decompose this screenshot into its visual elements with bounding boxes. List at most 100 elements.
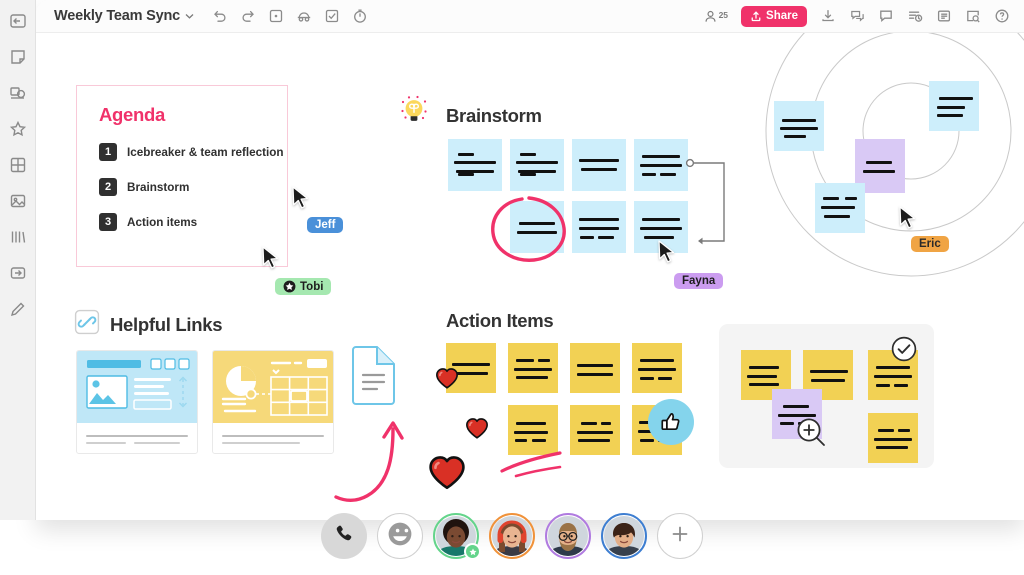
voting-icon[interactable] — [324, 8, 340, 24]
import-icon[interactable] — [7, 262, 29, 284]
heart-reaction-icon[interactable] — [434, 365, 460, 396]
sticky-note-text-line — [810, 370, 848, 373]
help-icon[interactable] — [994, 8, 1010, 24]
avatar[interactable] — [601, 513, 647, 559]
sticky-note-text-line — [640, 377, 654, 380]
sticky-note[interactable] — [929, 81, 979, 131]
timer-icon[interactable] — [352, 8, 368, 24]
brainstorm-title: Brainstorm — [446, 104, 542, 126]
board-title[interactable]: Weekly Team Sync — [54, 8, 180, 24]
avatar[interactable] — [545, 513, 591, 559]
heart-reaction-icon[interactable] — [426, 451, 468, 498]
share-button[interactable]: Share — [741, 5, 807, 27]
sticky-note-text-line — [642, 173, 656, 176]
sticky-note-text-line — [579, 218, 619, 221]
sticky-note-text-line — [640, 164, 682, 167]
sticky-note[interactable] — [572, 139, 626, 191]
library-icon[interactable] — [7, 226, 29, 248]
sticky-note-text-line — [845, 197, 857, 200]
comments-icon[interactable] — [849, 8, 865, 24]
connector-arrow[interactable] — [681, 151, 761, 261]
sticky-note-text-line — [578, 439, 610, 442]
activity-icon[interactable] — [907, 8, 923, 24]
avatar[interactable] — [433, 513, 481, 560]
agenda-item[interactable]: 1 Icebreaker & team reflection — [99, 143, 287, 161]
chat-icon[interactable] — [878, 8, 894, 24]
sticky-note[interactable] — [634, 201, 688, 253]
sticky-note-text-line — [640, 227, 682, 230]
hidden-mode-icon[interactable] — [296, 8, 312, 24]
pink-circle-annotation — [491, 196, 566, 262]
sticky-note[interactable] — [570, 343, 620, 393]
sticky-note-text-line — [876, 446, 908, 449]
frame-icon[interactable] — [268, 8, 284, 24]
undo-icon[interactable] — [212, 8, 228, 24]
sticky-note[interactable] — [634, 139, 688, 191]
pen-icon[interactable] — [7, 298, 29, 320]
sticky-note-text-line — [876, 384, 890, 387]
avatar-ring — [489, 513, 535, 559]
sticky-note-text-line — [780, 422, 794, 425]
sticky-note-text-line — [514, 431, 548, 434]
sticky-note[interactable] — [815, 183, 865, 233]
sticky-note-text-line — [601, 422, 611, 425]
template-grid-icon[interactable] — [7, 154, 29, 176]
host-star-icon — [283, 280, 296, 293]
avatar[interactable] — [489, 513, 535, 559]
agenda-item-number: 3 — [99, 213, 117, 231]
sticky-note-text-line — [961, 97, 973, 100]
link-card-dashboard[interactable] — [212, 350, 334, 454]
thumbs-up-reaction-badge[interactable] — [648, 399, 694, 445]
heart-reaction-icon[interactable] — [464, 415, 490, 446]
sticky-note-text-line — [874, 438, 912, 441]
approved-check-badge[interactable] — [891, 336, 917, 367]
sticky-note[interactable] — [868, 413, 918, 463]
sticky-note[interactable] — [448, 139, 502, 191]
avatar-ring — [601, 513, 647, 559]
sticky-note-text-line — [581, 168, 617, 171]
shapes-icon[interactable] — [7, 82, 29, 104]
call-button[interactable] — [321, 513, 367, 559]
board-title-chevron-down-icon[interactable] — [185, 11, 194, 22]
reaction-button[interactable] — [377, 513, 423, 559]
sticky-note-text-line — [763, 375, 777, 378]
participant-count[interactable]: 25 — [703, 9, 728, 24]
link-card-document[interactable] — [350, 345, 400, 407]
link-card-webpage[interactable] — [76, 350, 198, 454]
download-icon[interactable] — [820, 8, 836, 24]
agenda-card[interactable]: Agenda 1 Icebreaker & team reflection 2 … — [76, 85, 288, 267]
agenda-item[interactable]: 2 Brainstorm — [99, 178, 287, 196]
sticky-note-icon[interactable] — [7, 46, 29, 68]
sticky-note[interactable] — [632, 343, 682, 393]
sticky-note-text-line — [894, 384, 908, 387]
link-card-dashboard-meta — [213, 428, 333, 453]
add-participant-button[interactable] — [657, 513, 703, 559]
collaborator-name: Eric — [919, 238, 941, 250]
sticky-note[interactable] — [510, 139, 564, 191]
helpful-links-title: Helpful Links — [110, 313, 223, 335]
phone-icon — [333, 523, 355, 550]
sticky-note-text-line — [866, 161, 892, 164]
participants-bar — [0, 497, 1024, 575]
notes-icon[interactable] — [936, 8, 952, 24]
star-icon[interactable] — [7, 118, 29, 140]
sticky-note-text-line — [782, 119, 816, 122]
sticky-note-text-line — [937, 114, 963, 117]
plus-icon — [668, 522, 692, 551]
dashboard-preview-thumbnail — [213, 351, 333, 423]
collapse-panel-icon[interactable] — [7, 10, 29, 32]
zoom-in-magnifier-icon[interactable] — [795, 416, 829, 455]
sticky-note[interactable] — [508, 343, 558, 393]
image-icon[interactable] — [7, 190, 29, 212]
sticky-note-text-line — [749, 383, 779, 386]
smiley-icon — [387, 521, 413, 552]
collaborator-cursor-jeff — [290, 185, 312, 211]
sticky-note-text-line — [514, 368, 552, 371]
sticky-note[interactable] — [774, 101, 824, 151]
helpful-links-heading: Helpful Links — [74, 309, 223, 340]
board-canvas[interactable]: Agenda 1 Icebreaker & team reflection 2 … — [36, 19, 1024, 520]
agenda-item[interactable]: 3 Action items — [99, 213, 287, 231]
collaborator-name: Jeff — [315, 219, 336, 231]
search-icon[interactable] — [965, 8, 981, 24]
redo-icon[interactable] — [240, 8, 256, 24]
